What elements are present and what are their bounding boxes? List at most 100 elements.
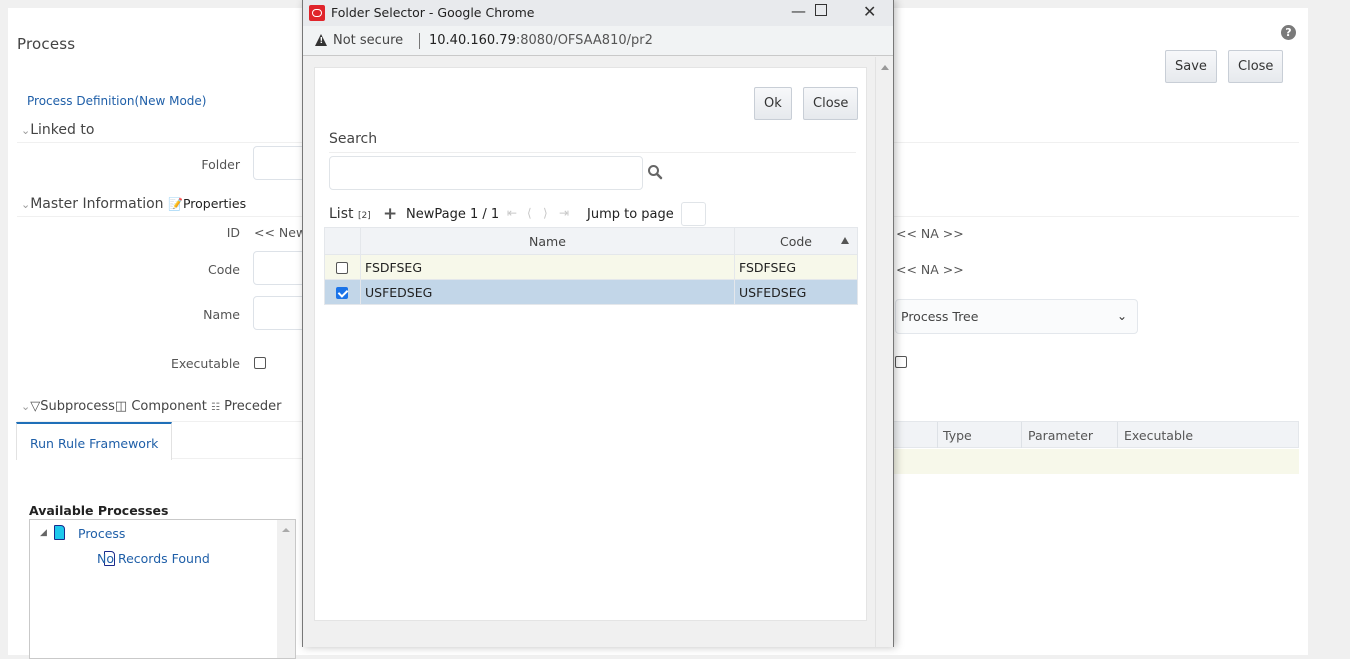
address-bar[interactable]: Not secure 10.40.160.79:8080/OFSAA810/pr… xyxy=(303,26,893,56)
select-all-header xyxy=(324,227,361,255)
row-code: USFEDSEG xyxy=(734,279,858,305)
chevron-down-icon: ⌄ xyxy=(21,124,31,137)
linked-to-header: Linked to xyxy=(30,122,95,138)
folder-selector-window: Folder Selector - Google Chrome — ✕ Not … xyxy=(302,0,894,647)
chevron-down-icon: ⌄ xyxy=(21,198,31,211)
page-title: Process xyxy=(17,35,76,53)
tree-scrollbar[interactable] xyxy=(277,520,295,658)
close-window-icon[interactable]: ✕ xyxy=(863,2,876,21)
executable-checkbox[interactable] xyxy=(254,357,266,369)
master-information-header: Master Information xyxy=(30,196,164,212)
search-label: Search xyxy=(329,131,378,147)
na-value-2: << NA >> xyxy=(896,262,964,277)
tree-node-process[interactable]: Process xyxy=(78,526,125,541)
plus-icon[interactable]: + xyxy=(383,204,397,224)
id-value: << New xyxy=(254,225,307,240)
sort-ascending-icon[interactable] xyxy=(841,237,849,244)
filter-icon: ▽ xyxy=(30,399,41,414)
col-code-label: Code xyxy=(779,233,812,249)
warning-icon xyxy=(315,34,327,46)
id-label: ID xyxy=(226,225,240,240)
subprocess-button[interactable]: Subprocess xyxy=(40,399,115,414)
last-page-icon[interactable]: ⇥ xyxy=(559,206,569,220)
col-separator xyxy=(937,422,938,448)
row-checkbox-checked[interactable] xyxy=(336,287,348,299)
folder-selector-content: Ok Close Search List [2] + NewPage 1 / 1… xyxy=(314,67,867,621)
window-title: Folder Selector - Google Chrome xyxy=(331,5,535,20)
row-checkbox[interactable] xyxy=(336,262,348,274)
tree-node-no-records: No Records Found xyxy=(97,551,210,566)
col-separator xyxy=(1021,422,1022,448)
executable-label: Executable xyxy=(170,356,240,371)
scroll-up-icon[interactable] xyxy=(282,528,290,532)
jump-to-page-label: Jump to page xyxy=(587,207,674,222)
grid-empty-row xyxy=(888,449,1299,474)
prev-page-icon[interactable]: ⟨ xyxy=(527,206,532,220)
next-page-icon[interactable]: ⟩ xyxy=(543,206,548,220)
help-icon[interactable]: ? xyxy=(1281,25,1296,40)
right-checkbox[interactable] xyxy=(895,356,907,368)
linked-to-section[interactable]: ⌄Linked to xyxy=(21,122,94,138)
mode-link[interactable]: Process Definition(New Mode) xyxy=(27,94,207,108)
expand-triangle-icon[interactable]: ◢ xyxy=(40,528,47,538)
ok-button[interactable]: Ok xyxy=(754,87,792,120)
col-separator xyxy=(1117,422,1118,448)
name-label: Name xyxy=(203,307,240,322)
col-parameter[interactable]: Parameter xyxy=(1028,428,1093,443)
list-title: List xyxy=(329,206,354,222)
list-count: [2] xyxy=(357,211,371,221)
list-label: List [2] xyxy=(329,206,371,222)
popup-scrollbar[interactable] xyxy=(875,57,893,647)
scroll-up-icon[interactable] xyxy=(881,65,889,70)
maximize-icon[interactable] xyxy=(815,4,827,16)
url-text[interactable]: 10.40.160.79:8080/OFSAA810/pr2 xyxy=(429,33,653,48)
popup-close-button[interactable]: Close xyxy=(803,87,859,120)
na-value-1: << NA >> xyxy=(896,226,964,241)
row-name: FSDFSEG xyxy=(360,254,735,280)
save-button[interactable]: Save xyxy=(1165,50,1217,83)
separator xyxy=(419,33,420,49)
available-processes-tree: ◢ Process No Records Found xyxy=(29,519,296,659)
select-value: Process Tree xyxy=(901,309,979,324)
available-processes-title: Available Processes xyxy=(29,503,169,518)
new-and-page: NewPage 1 / 1 xyxy=(406,207,499,222)
search-icon[interactable] xyxy=(647,164,663,180)
table-row[interactable]: USFEDSEG USFEDSEG xyxy=(324,279,858,305)
row-name: USFEDSEG xyxy=(360,279,735,305)
hierarchy-icon: ☷ xyxy=(210,402,220,413)
folder-table: Name Code FSDFSEG FSDFSEG USFEDSEG USFED… xyxy=(324,227,858,305)
search-input[interactable] xyxy=(329,156,643,190)
new-button[interactable]: New xyxy=(406,207,434,222)
subprocess-bar: ⌄▽Subprocess◫ Component ☷ Preceder xyxy=(21,399,282,414)
chevron-down-icon: ⌄ xyxy=(21,400,31,413)
first-page-icon[interactable]: ⇤ xyxy=(507,206,517,220)
properties-link[interactable]: Properties xyxy=(183,196,246,211)
col-executable[interactable]: Executable xyxy=(1124,428,1193,443)
database-icon: ◫ xyxy=(114,399,128,414)
security-label[interactable]: Not secure xyxy=(333,33,403,48)
table-row[interactable]: FSDFSEG FSDFSEG xyxy=(324,254,858,280)
master-information-section[interactable]: ⌄Master Information 📝Properties xyxy=(21,196,246,212)
process-tree-select[interactable]: Process Tree ⌄ xyxy=(895,299,1138,334)
col-code[interactable]: Code xyxy=(734,227,858,255)
tab-run-rule-framework[interactable]: Run Rule Framework xyxy=(16,422,172,460)
minimize-icon[interactable]: — xyxy=(791,2,806,20)
url-host: 10.40.160.79 xyxy=(429,33,516,48)
page-info: Page 1 / 1 xyxy=(434,207,500,222)
folder-label: Folder xyxy=(201,157,240,172)
col-type[interactable]: Type xyxy=(943,428,972,443)
component-button[interactable]: Component xyxy=(131,399,206,414)
row-code: FSDFSEG xyxy=(734,254,858,280)
precedence-button[interactable]: Preceder xyxy=(224,399,281,414)
code-label: Code xyxy=(207,262,240,277)
close-button[interactable]: Close xyxy=(1228,50,1284,83)
chevron-down-icon: ⌄ xyxy=(1116,309,1127,323)
properties-icon: 📝 xyxy=(167,197,183,211)
jump-to-page-input[interactable] xyxy=(681,202,706,226)
col-name[interactable]: Name xyxy=(360,227,735,255)
folder-icon xyxy=(54,525,65,540)
url-path: :8080/OFSAA810/pr2 xyxy=(515,33,653,48)
window-titlebar[interactable]: Folder Selector - Google Chrome — ✕ xyxy=(303,0,893,26)
divider xyxy=(329,152,856,153)
subprocess-grid-header: Type Parameter Executable xyxy=(888,421,1299,448)
